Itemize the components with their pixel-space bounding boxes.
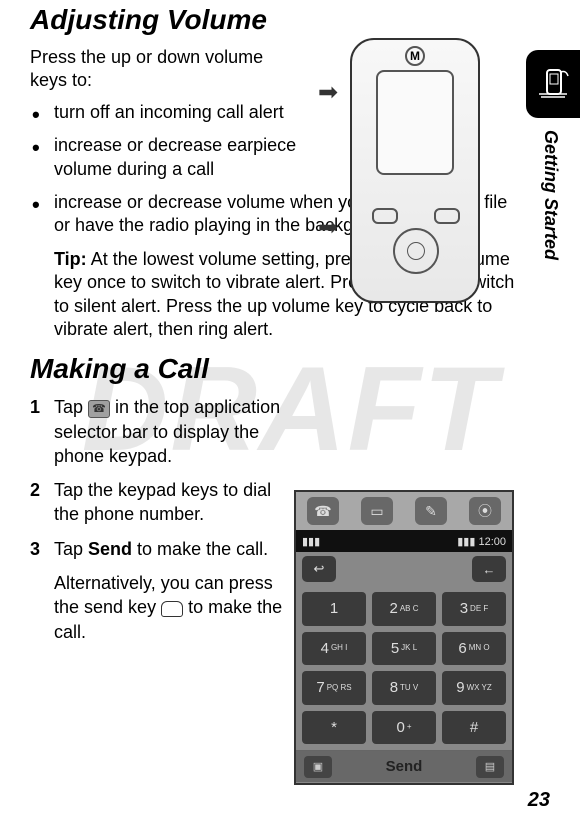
arrow-up-icon: ➡	[318, 78, 338, 107]
key-star: *	[302, 711, 366, 745]
key-9: 9WX YZ	[442, 671, 506, 705]
section-title-call: Making a Call	[30, 353, 550, 385]
key-1: 1	[302, 592, 366, 626]
phone-hand-icon	[526, 50, 580, 118]
section-title-volume: Adjusting Volume	[30, 4, 550, 36]
key-0: 0+	[372, 711, 436, 745]
send-key-icon	[161, 601, 183, 617]
battery-icon: ▮▮▮	[457, 536, 475, 548]
phone-screen	[376, 70, 454, 175]
arrow-down-icon: ➡	[318, 213, 338, 242]
key-7: 7PQ RS	[302, 671, 366, 705]
redial-icon: ↩	[302, 556, 336, 582]
bullet-2: increase or decrease earpiece volume dur…	[54, 134, 314, 181]
motorola-logo-icon: M	[405, 46, 425, 66]
send-button-label: Send	[386, 758, 423, 775]
contacts-tab-icon: ▭	[361, 497, 393, 525]
step-2-text: Tap the keypad keys to dial the phone nu…	[54, 478, 294, 527]
phone-controls	[368, 206, 464, 286]
step-3-suffix: to make the call.	[132, 539, 268, 559]
key-6: 6MN O	[442, 632, 506, 666]
key-8: 8TU V	[372, 671, 436, 705]
phone-app-icon: ☎	[88, 400, 110, 418]
keypad-grid: 1 2AB C 3DE F 4GH I 5JK L 6MN O 7PQ RS 8…	[296, 586, 512, 750]
side-tab: Getting Started	[526, 50, 580, 340]
phone-illustration: ➡ ➡ M	[310, 38, 495, 313]
key-hash: #	[442, 711, 506, 745]
step-3-prefix: Tap	[54, 539, 88, 559]
key-4: 4GH I	[302, 632, 366, 666]
bullet-1: turn off an incoming call alert	[54, 101, 314, 124]
app-selector-bar: ☎ ▭ ✎ ⦿	[296, 492, 512, 530]
step-1: Tap ☎ in the top application selector ba…	[30, 395, 550, 468]
key-5: 5JK L	[372, 632, 436, 666]
signal-icon: ▮▮▮	[302, 535, 320, 548]
call-control-row: ↩ ←	[296, 552, 512, 586]
key-2: 2AB C	[372, 592, 436, 626]
phone-tab-icon: ☎	[307, 497, 339, 525]
tip-label: Tip:	[54, 249, 87, 269]
contact-icon: ▤	[476, 756, 504, 778]
side-tab-label: Getting Started	[526, 130, 561, 260]
backspace-icon: ←	[472, 556, 506, 582]
key-3: 3DE F	[442, 592, 506, 626]
edit-tab-icon: ✎	[415, 497, 447, 525]
soft-key-left	[372, 208, 398, 224]
step-1-prefix: Tap	[54, 397, 88, 417]
phone-body: M	[350, 38, 480, 303]
menu-icon: ▣	[304, 756, 332, 778]
step-3-bold: Send	[88, 539, 132, 559]
dpad	[393, 228, 439, 274]
keypad-screenshot: ☎ ▭ ✎ ⦿ ▮▮▮ ▮▮▮ 12:00 ↩ ← 1 2AB C 3DE F …	[294, 490, 514, 785]
soft-key-right	[434, 208, 460, 224]
settings-tab-icon: ⦿	[469, 497, 501, 525]
volume-intro: Press the up or down volume keys to:	[30, 46, 300, 93]
clock-text: 12:00	[478, 536, 506, 548]
keypad-footer: ▣ Send ▤	[296, 750, 512, 782]
status-bar: ▮▮▮ ▮▮▮ 12:00	[296, 530, 512, 552]
